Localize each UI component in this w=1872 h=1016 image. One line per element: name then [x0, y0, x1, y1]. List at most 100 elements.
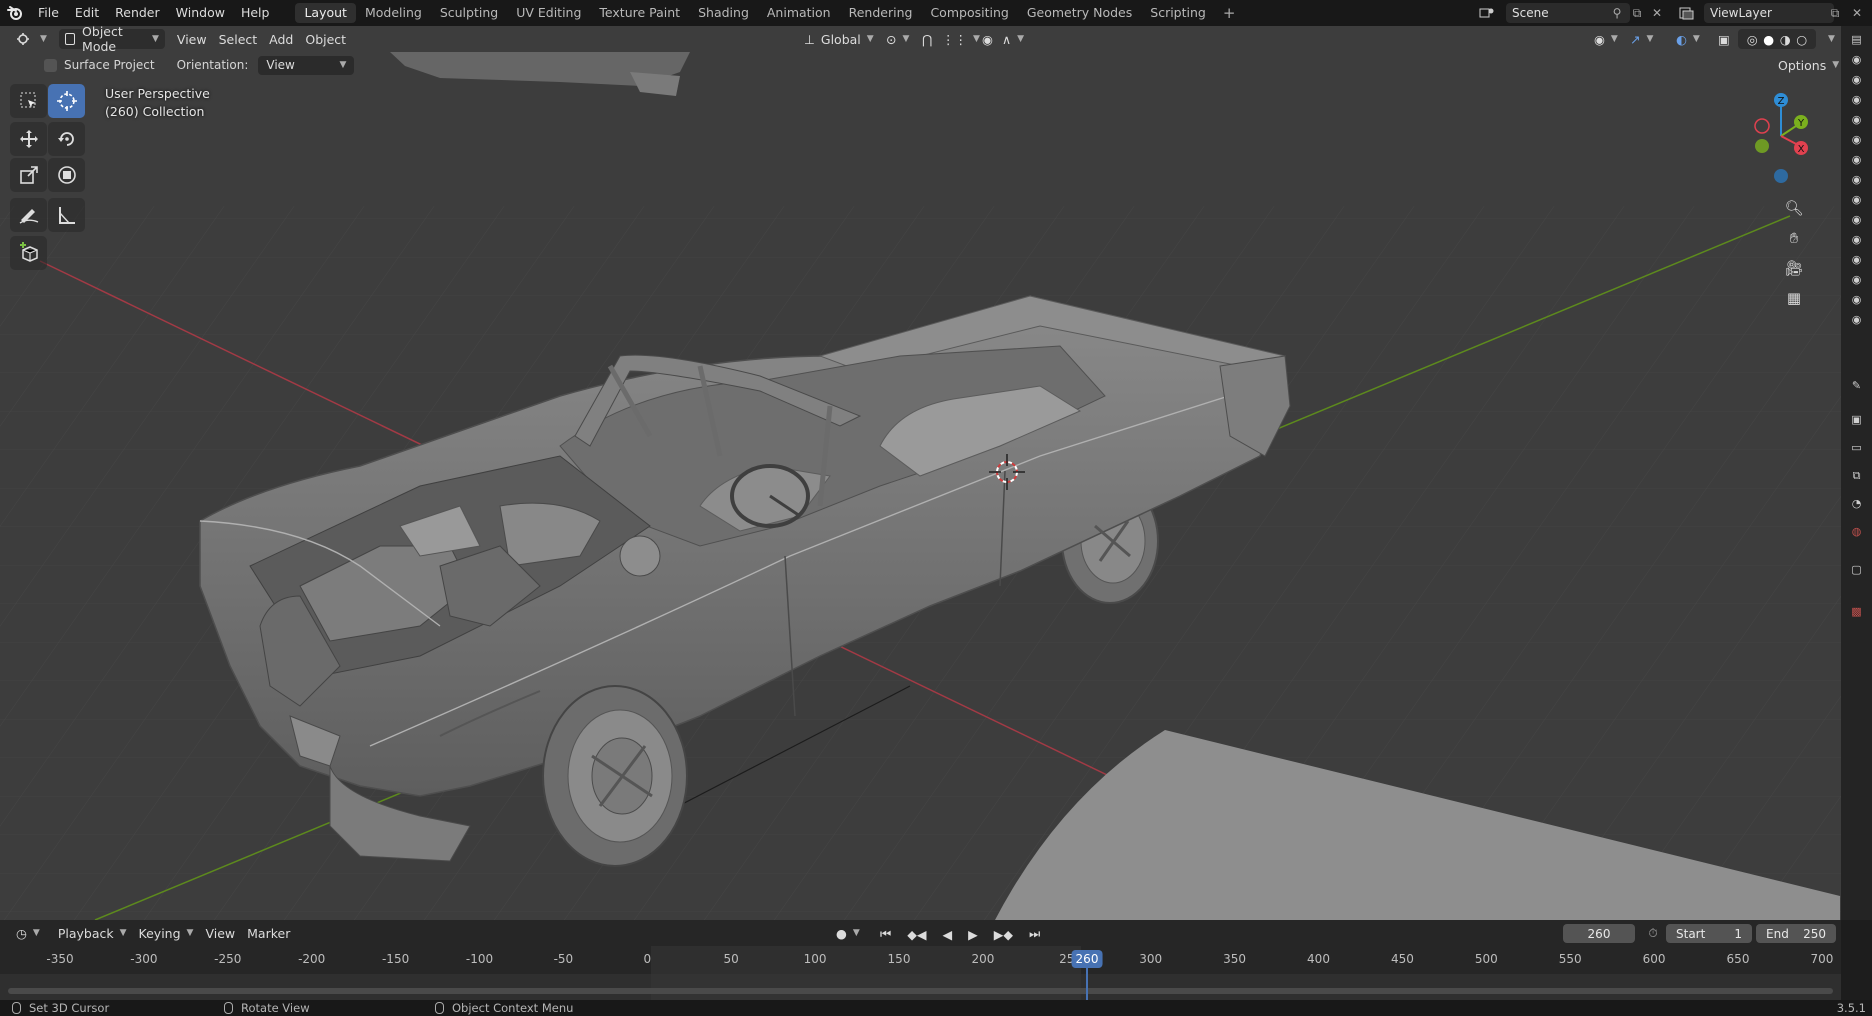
cursor-tool[interactable] — [48, 84, 85, 118]
camera-visibility-icon[interactable]: ◉ — [1849, 112, 1864, 127]
camera-visibility-icon[interactable]: ◉ — [1849, 132, 1864, 147]
new-view-layer-icon[interactable]: ⧉ — [1826, 4, 1844, 22]
camera-visibility-icon[interactable]: ◉ — [1849, 192, 1864, 207]
transform-tool[interactable] — [48, 158, 85, 192]
camera-visibility-icon[interactable]: ◉ — [1849, 212, 1864, 227]
camera-visibility-icon[interactable]: ◉ — [1849, 72, 1864, 87]
navigation-gizmo[interactable]: Z Y X 🔍︎ ✋︎ 🎥︎ ▦ — [1721, 86, 1841, 346]
view-layer-browse-icon[interactable] — [1678, 4, 1696, 22]
orthographic-toggle-button[interactable]: ▦ — [1780, 284, 1808, 312]
camera-visibility-icon[interactable]: ◉ — [1849, 92, 1864, 107]
object-mode-dropdown[interactable]: Object Mode ▼ — [58, 26, 165, 54]
jump-keyframe-back-icon[interactable]: ◆◀ — [901, 924, 932, 944]
delete-scene-icon[interactable]: ✕ — [1648, 4, 1666, 22]
timeline-menu-playback[interactable]: Playback ▼ — [52, 923, 133, 943]
timeline-menu-marker[interactable]: Marker — [241, 923, 296, 943]
camera-visibility-icon[interactable]: ◉ — [1849, 152, 1864, 167]
solid-shading-icon[interactable]: ● — [1763, 32, 1774, 47]
select-box-tool[interactable] — [10, 84, 47, 118]
record-button[interactable]: ● ▼ — [830, 923, 866, 943]
camera-visibility-icon[interactable]: ◉ — [1849, 172, 1864, 187]
tab-animation[interactable]: Animation — [758, 3, 840, 23]
camera-visibility-icon[interactable]: ◉ — [1849, 52, 1864, 67]
xray-toggle[interactable]: ▣ — [1712, 29, 1736, 49]
playhead-frame-label[interactable]: 260 — [1071, 950, 1103, 968]
world-properties-icon[interactable]: ◍ — [1849, 524, 1864, 539]
options-dropdown[interactable]: Options ▼ — [1772, 55, 1841, 75]
camera-visibility-icon[interactable]: ◉ — [1849, 312, 1864, 327]
jump-start-icon[interactable]: ⏮︎ — [874, 924, 897, 944]
preview-range-toggle[interactable]: ⏱︎ — [1644, 924, 1662, 942]
shading-options-button[interactable]: ▼ — [1816, 29, 1841, 49]
camera-view-button[interactable]: 🎥︎ — [1780, 254, 1808, 282]
menu-edit[interactable]: Edit — [67, 0, 107, 26]
jump-keyframe-forward-icon[interactable]: ▶◆ — [988, 924, 1019, 944]
pan-view-button[interactable]: ✋︎ — [1780, 224, 1808, 252]
3d-viewport[interactable]: ▼ Object Mode ▼ View Select Add Object ⊥ Gl… — [0, 26, 1841, 920]
play-reverse-icon[interactable]: ◀ — [937, 924, 959, 944]
camera-visibility-icon[interactable]: ◉ — [1849, 252, 1864, 267]
orientation-dropdown[interactable]: View ▼ — [258, 55, 355, 75]
timeline-menu-view[interactable]: View — [199, 923, 241, 943]
view-layer-properties-icon[interactable]: ⧉ — [1849, 468, 1864, 483]
tab-layout[interactable]: Layout — [295, 3, 356, 23]
rotate-tool[interactable] — [48, 122, 85, 156]
tab-modeling[interactable]: Modeling — [356, 3, 431, 23]
outliner-toggle-icon[interactable]: ▤ — [1849, 32, 1864, 47]
tab-geometry-nodes[interactable]: Geometry Nodes — [1018, 3, 1141, 23]
scene-browse-icon[interactable] — [1478, 4, 1496, 22]
timeline-editor-type-button[interactable]: ◷ ▼ — [10, 923, 46, 943]
overlays-toggle[interactable]: ◐ ▼ — [1670, 29, 1706, 49]
material-shading-icon[interactable]: ◑ — [1780, 32, 1791, 47]
gizmo-toggle[interactable]: ↗ ▼ — [1624, 29, 1659, 49]
jump-end-icon[interactable]: ⏭︎ — [1023, 924, 1046, 944]
blender-logo-icon[interactable] — [0, 0, 30, 26]
pin-icon[interactable]: ⚲ — [1608, 4, 1626, 22]
add-workspace-button[interactable]: + — [1215, 4, 1244, 22]
falloff-button[interactable]: ∧ ▼ — [996, 29, 1030, 49]
view-layer-selector[interactable]: ViewLayer — [1704, 3, 1834, 23]
wireframe-shading-icon[interactable]: ◎ — [1747, 32, 1758, 47]
viewport-menu-object[interactable]: Object — [299, 29, 352, 49]
visibility-dropdown[interactable]: ◉ ▼ — [1588, 29, 1624, 49]
menu-window[interactable]: Window — [168, 0, 233, 26]
tab-uv-editing[interactable]: UV Editing — [507, 3, 590, 23]
axis-gizmo[interactable]: Z Y X — [1721, 86, 1841, 196]
current-frame-field[interactable]: 260 — [1563, 924, 1635, 943]
menu-render[interactable]: Render — [107, 0, 168, 26]
camera-visibility-icon[interactable]: ◉ — [1849, 272, 1864, 287]
pivot-point-button[interactable]: ⊙ ▼ — [880, 29, 915, 49]
timeline-menu-keying[interactable]: Keying ▼ — [133, 923, 200, 943]
viewport-menu-select[interactable]: Select — [213, 29, 264, 49]
transform-orientation-dropdown[interactable]: ⊥ Global ▼ — [798, 29, 880, 49]
scale-tool[interactable] — [10, 158, 47, 192]
rendered-shading-icon[interactable]: ○ — [1796, 32, 1807, 47]
camera-visibility-icon[interactable]: ◉ — [1849, 232, 1864, 247]
snap-toggle[interactable]: ⋂ — [916, 29, 938, 49]
viewport-menu-view[interactable]: View — [171, 29, 213, 49]
render-properties-icon[interactable]: ▣ — [1849, 412, 1864, 427]
move-tool[interactable] — [10, 122, 47, 156]
timeline-ruler[interactable]: -350 -300 -250 -200 -150 -100 -50 0 50 100 150 200 2… — [0, 946, 1841, 974]
viewport-scene[interactable] — [0, 26, 1841, 920]
timeline-scrollbar[interactable] — [8, 988, 1833, 994]
annotate-tool[interactable] — [10, 198, 47, 232]
output-properties-icon[interactable]: ▭ — [1849, 440, 1864, 455]
tab-sculpting[interactable]: Sculpting — [431, 3, 507, 23]
zoom-view-button[interactable]: 🔍︎ — [1780, 194, 1808, 222]
play-icon[interactable]: ▶ — [962, 924, 984, 944]
surface-project-checkbox[interactable] — [44, 58, 57, 72]
add-cube-tool[interactable] — [10, 236, 47, 270]
tab-shading[interactable]: Shading — [689, 3, 758, 23]
tool-properties-icon[interactable]: ✎ — [1849, 378, 1864, 393]
menu-file[interactable]: File — [30, 0, 67, 26]
collection-properties-icon[interactable]: ▢ — [1849, 562, 1864, 577]
scene-properties-icon[interactable]: ◔ — [1849, 496, 1864, 511]
viewport-menu-add[interactable]: Add — [263, 29, 299, 49]
camera-visibility-icon[interactable]: ◉ — [1849, 292, 1864, 307]
surface-project-toggle[interactable]: Surface Project — [44, 58, 155, 72]
delete-view-layer-icon[interactable]: ✕ — [1848, 4, 1866, 22]
tab-texture-paint[interactable]: Texture Paint — [590, 3, 689, 23]
start-frame-field[interactable]: Start 1 — [1666, 924, 1752, 943]
editor-type-button[interactable]: ▼ — [10, 29, 53, 49]
